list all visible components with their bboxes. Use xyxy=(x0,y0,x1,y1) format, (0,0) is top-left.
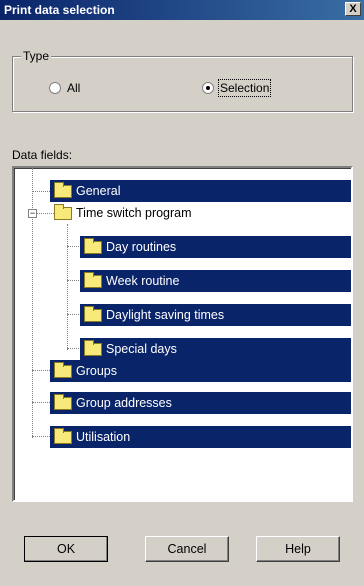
radio-all[interactable]: All xyxy=(49,81,80,95)
cancel-button[interactable]: Cancel xyxy=(145,536,229,562)
tree-item-label: Week routine xyxy=(106,274,180,288)
folder-icon xyxy=(84,305,102,322)
tree-item-groups[interactable]: Groups xyxy=(14,360,351,382)
radio-selection-indicator[interactable] xyxy=(202,82,214,94)
radio-selection-label: Selection xyxy=(217,79,272,97)
folder-icon xyxy=(54,427,72,444)
tree-item-daylight-saving-times[interactable]: Daylight saving times xyxy=(14,304,351,326)
radio-selection[interactable]: Selection xyxy=(202,79,272,97)
radio-all-indicator[interactable] xyxy=(49,82,61,94)
type-group-legend: Type xyxy=(21,49,52,63)
radio-all-label: All xyxy=(67,81,81,95)
tree-item-group-addresses[interactable]: Group addresses xyxy=(14,392,351,414)
tree-item-day-routines[interactable]: Day routines xyxy=(14,236,351,258)
folder-icon xyxy=(54,203,72,220)
window-title: Print data selection xyxy=(4,3,115,17)
tree-item-label: Special days xyxy=(106,342,177,356)
data-fields-label: Data fields: xyxy=(12,148,73,162)
help-button[interactable]: Help xyxy=(256,536,340,562)
data-fields-tree[interactable]: General − Time switch program Day routin… xyxy=(12,166,353,502)
tree-item-label: Groups xyxy=(76,364,117,378)
tree-item-general[interactable]: General xyxy=(14,180,351,202)
tree-item-label: Utilisation xyxy=(76,430,131,444)
tree-item-week-routine[interactable]: Week routine xyxy=(14,270,351,292)
folder-icon xyxy=(54,393,72,410)
tree-item-label: Group addresses xyxy=(76,396,172,410)
tree-item-utilisation[interactable]: Utilisation xyxy=(14,426,351,448)
tree-item-special-days[interactable]: Special days xyxy=(14,338,351,360)
type-group: Type All Selection xyxy=(12,49,353,112)
title-bar: Print data selection X xyxy=(0,0,364,20)
tree-item-label: Day routines xyxy=(106,240,177,254)
tree-item-label: Time switch program xyxy=(76,206,192,220)
tree-item-label: Daylight saving times xyxy=(106,308,225,322)
tree-item-time-switch-program[interactable]: Time switch program xyxy=(14,202,351,224)
folder-icon xyxy=(84,237,102,254)
tree-item-label: General xyxy=(76,184,121,198)
close-button[interactable]: X xyxy=(345,2,361,16)
folder-icon xyxy=(84,271,102,288)
folder-icon xyxy=(54,181,72,198)
ok-button[interactable]: OK xyxy=(24,536,108,562)
folder-icon xyxy=(54,361,72,378)
folder-icon xyxy=(84,339,102,356)
